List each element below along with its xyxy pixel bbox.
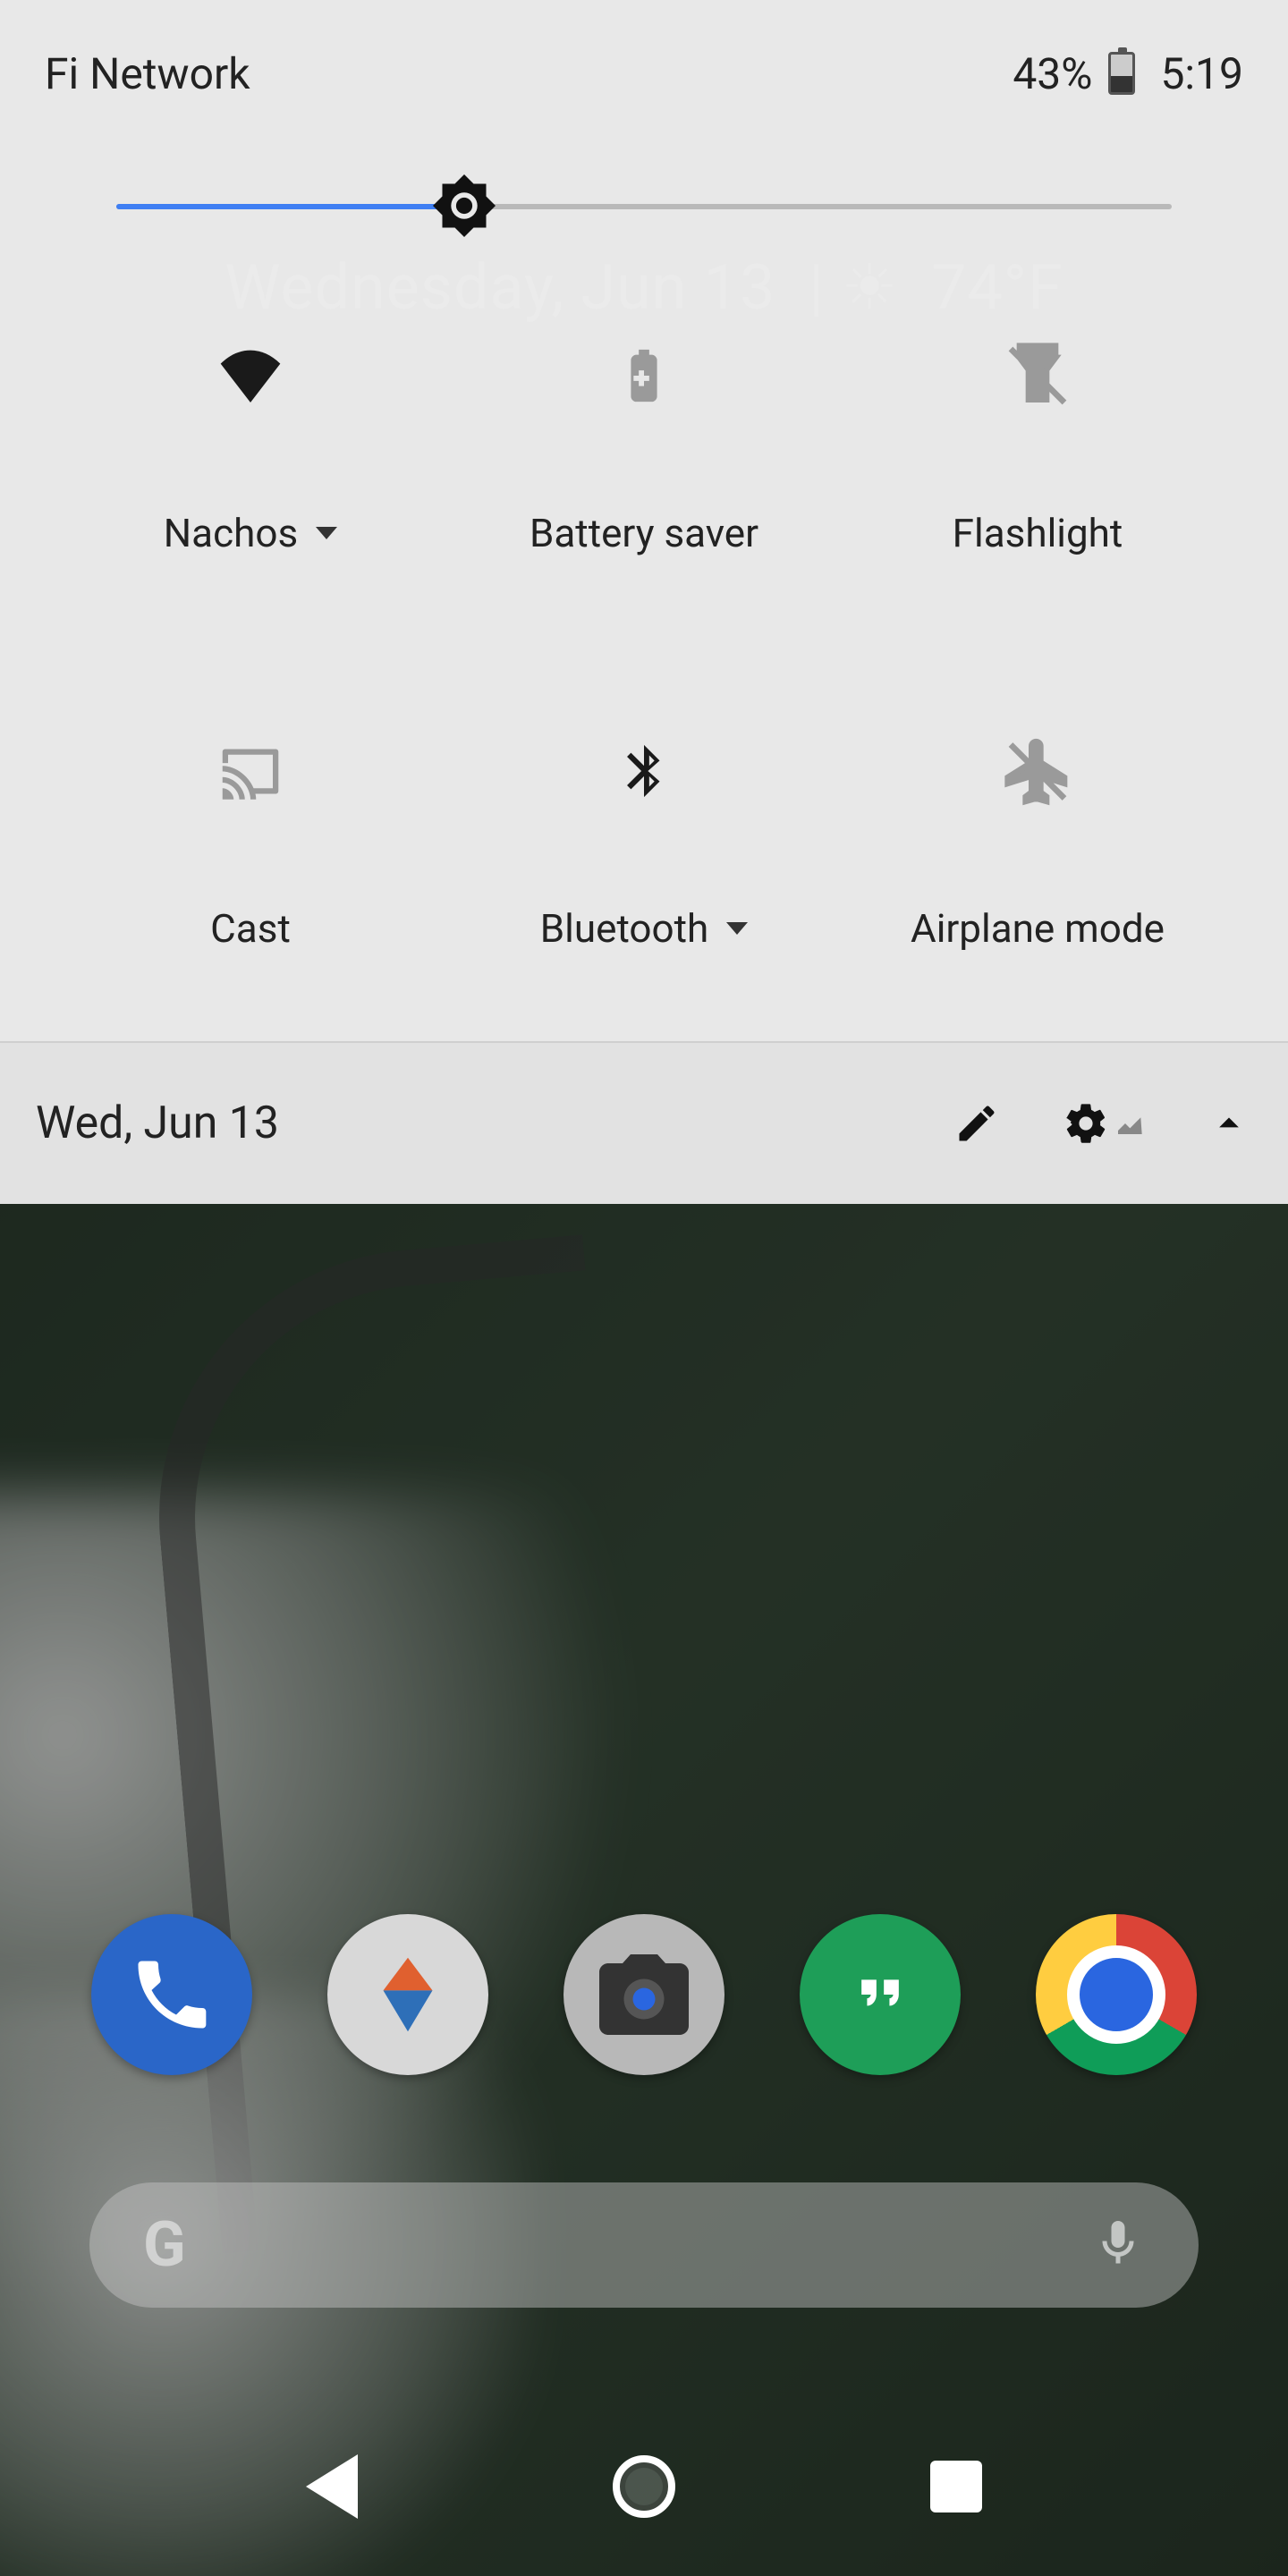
dock [0, 1914, 1288, 2075]
battery-icon [1108, 52, 1135, 95]
tile-battery-saver-label: Battery saver [530, 510, 758, 556]
tile-wifi-label: Nachos [164, 510, 298, 556]
status-bar: Fi Network 43% 5:19 [0, 0, 1288, 107]
battery-saver-icon [608, 340, 680, 411]
search-bar[interactable]: G [89, 2182, 1199, 2308]
settings-button[interactable] [1063, 1100, 1143, 1147]
battery-percent: 43% [1013, 48, 1092, 99]
cast-icon [215, 735, 286, 807]
flashlight-icon [1002, 340, 1073, 411]
app-phone[interactable] [91, 1914, 252, 2075]
tile-battery-saver[interactable]: Battery saver [447, 340, 841, 556]
tile-airplane[interactable]: Airplane mode [841, 735, 1234, 952]
bluetooth-icon [608, 735, 680, 807]
nav-bar [0, 2397, 1288, 2576]
mic-icon[interactable] [1091, 2216, 1145, 2274]
airplane-icon [1002, 735, 1073, 807]
app-camera[interactable] [564, 1914, 724, 2075]
tile-bluetooth-label: Bluetooth [540, 905, 708, 952]
tile-cast[interactable]: Cast [54, 735, 447, 952]
nav-recent-button[interactable] [930, 2461, 982, 2512]
qs-footer: Wed, Jun 13 [0, 1041, 1288, 1204]
brightness-slider[interactable] [116, 179, 1172, 233]
chevron-down-icon[interactable] [726, 922, 748, 935]
carrier-label: Fi Network [45, 48, 250, 99]
quick-settings-panel: Wednesday, Jun 13 | ☀ 74°F Fi Network 43… [0, 0, 1288, 1204]
nav-home-button[interactable] [613, 2455, 675, 2518]
nav-back-button[interactable] [306, 2454, 358, 2519]
edit-button[interactable] [953, 1100, 1000, 1147]
app-nova[interactable] [327, 1914, 488, 2075]
wifi-icon [215, 340, 286, 411]
clock: 5:19 [1160, 48, 1243, 99]
tile-flashlight-label: Flashlight [953, 510, 1123, 556]
app-chrome[interactable] [1036, 1914, 1197, 2075]
qs-date: Wed, Jun 13 [36, 1097, 279, 1149]
tile-cast-label: Cast [210, 905, 291, 952]
collapse-button[interactable] [1206, 1100, 1252, 1147]
tile-flashlight[interactable]: Flashlight [841, 340, 1234, 556]
brightness-thumb-icon[interactable] [427, 168, 502, 243]
app-hangouts[interactable] [800, 1914, 961, 2075]
google-g-icon: G [143, 2208, 186, 2282]
tile-bluetooth[interactable]: Bluetooth [447, 735, 841, 952]
tile-airplane-label: Airplane mode [911, 905, 1165, 952]
tile-wifi[interactable]: Nachos [54, 340, 447, 556]
chevron-down-icon[interactable] [316, 527, 337, 539]
